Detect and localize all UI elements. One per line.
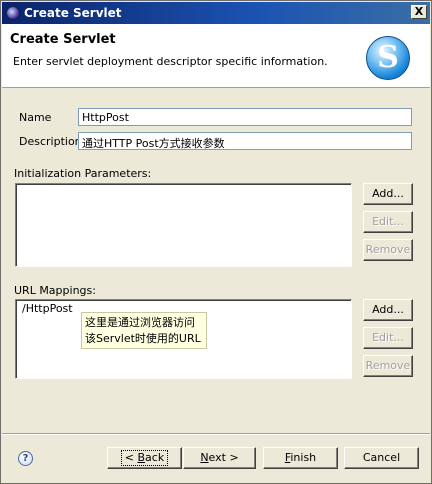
name-label: Name <box>19 111 52 124</box>
create-servlet-dialog: Create Servlet X Create Servlet Enter se… <box>0 0 432 484</box>
back-prefix: < <box>124 451 138 464</box>
url-mappings-label: URL Mappings: <box>14 284 96 297</box>
servlet-logo-icon: S <box>366 36 410 80</box>
finish-rest: inish <box>290 451 317 464</box>
tooltip-line: 该Servlet时使用的URL <box>85 332 201 345</box>
window-title: Create Servlet <box>24 6 122 20</box>
init-add-button[interactable]: Add... <box>363 183 413 205</box>
back-button[interactable]: < Back <box>107 447 182 469</box>
tooltip-line: 这里是通过浏览器访问 <box>85 316 195 329</box>
eclipse-icon <box>6 6 20 20</box>
init-remove-button[interactable]: Remove <box>363 239 413 261</box>
url-edit-button[interactable]: Edit... <box>363 327 413 349</box>
init-edit-button[interactable]: Edit... <box>363 211 413 233</box>
finish-button[interactable]: Finish <box>263 447 338 469</box>
back-rest: ack <box>145 451 165 464</box>
init-params-label: Initialization Parameters: <box>14 167 152 180</box>
page-title: Create Servlet <box>10 32 116 47</box>
next-rest: ext > <box>208 451 239 464</box>
description-field[interactable]: 通过HTTP Post方式接收参数 <box>78 132 412 150</box>
url-tooltip: 这里是通过浏览器访问 该Servlet时使用的URL <box>81 312 207 349</box>
init-params-list[interactable] <box>15 183 352 267</box>
wizard-banner: Create Servlet Enter servlet deployment … <box>2 24 430 88</box>
next-button[interactable]: Next > <box>183 447 256 469</box>
cancel-button[interactable]: Cancel <box>344 447 419 469</box>
back-label: < Back <box>120 450 169 466</box>
back-mnemonic: B <box>137 451 146 464</box>
next-mnemonic: N <box>200 451 209 464</box>
help-icon[interactable]: ? <box>18 451 33 466</box>
url-remove-button[interactable]: Remove <box>363 355 413 377</box>
footer-separator <box>2 433 430 435</box>
page-description: Enter servlet deployment descriptor spec… <box>13 55 328 68</box>
title-bar[interactable]: Create Servlet X <box>2 2 430 24</box>
description-label: Description <box>19 135 82 148</box>
list-item[interactable]: /HttpPost <box>22 302 73 315</box>
name-field[interactable]: HttpPost <box>78 108 412 126</box>
url-add-button[interactable]: Add... <box>363 299 413 321</box>
close-button[interactable]: X <box>411 5 427 19</box>
